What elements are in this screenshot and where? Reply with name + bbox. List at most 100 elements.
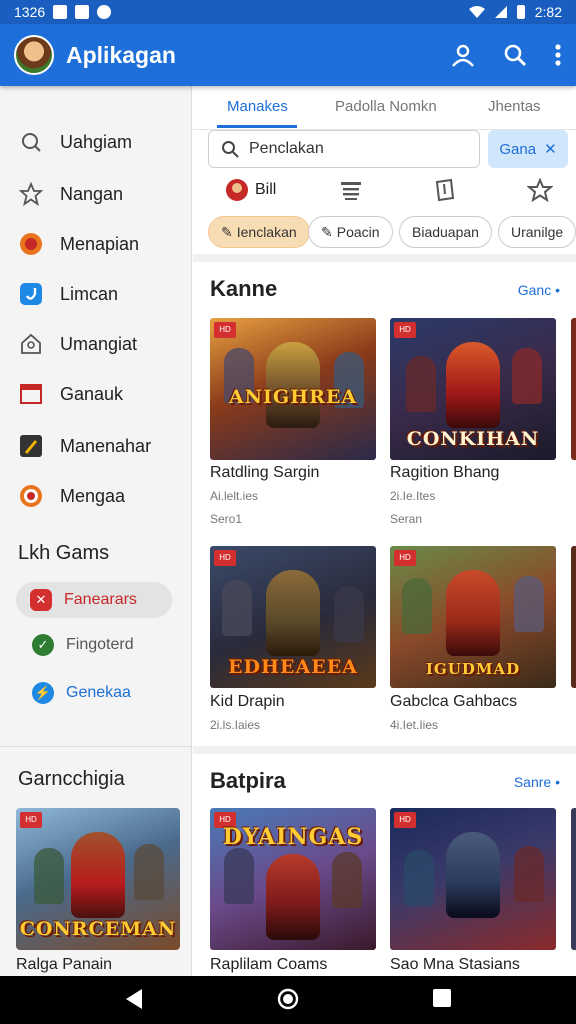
sidebar-item-limcan[interactable]: Limcan — [18, 278, 118, 310]
more-vert-icon[interactable] — [554, 43, 562, 67]
app-title: Aplikagan — [66, 41, 176, 68]
home-icon[interactable] — [277, 988, 299, 1010]
section-divider — [193, 746, 576, 754]
see-all-link[interactable]: Sanre • — [514, 774, 560, 790]
sidebar-item-manenahar[interactable]: Manenahar — [18, 430, 151, 462]
tab-bar: Manakes Padolla Nomkn Jhentas — [193, 86, 576, 130]
account-icon[interactable] — [450, 42, 476, 68]
filter-icon: ✎ — [221, 223, 233, 240]
sidebar: Uahgiam Nangan Menapian Limcan Umangiat … — [0, 86, 192, 976]
sidebar-item-menapian[interactable]: Menapian — [18, 228, 139, 260]
filter-chip-poacin[interactable]: ✎ Poacin — [308, 216, 393, 248]
blue-messenger-icon: ⚡ — [32, 682, 54, 704]
sidebar-sub-label: Genekaa — [66, 684, 131, 701]
search-placeholder: Penclakan — [249, 140, 324, 157]
quick-item-list[interactable] — [339, 178, 363, 202]
game-card-meta: 2i.ls.Iaies — [210, 718, 261, 732]
app-bar: Aplikagan — [0, 24, 576, 86]
pencil-box-icon — [18, 433, 44, 459]
sidebar-card-title[interactable]: Ralga Panain — [16, 956, 112, 974]
signal-icon — [494, 6, 507, 18]
game-badge-icon: HD — [214, 322, 236, 338]
sidebar-sub-item-fingoterd[interactable]: ✓ Fingoterd — [18, 627, 134, 663]
list-icon — [341, 182, 361, 200]
game-card-image-partial[interactable] — [571, 546, 576, 688]
main-content: Manakes Padolla Nomkn Jhentas Penclakan … — [193, 86, 576, 976]
battery-icon — [516, 5, 525, 19]
tab-manakes[interactable]: Manakes — [227, 98, 288, 115]
avatar[interactable] — [14, 35, 54, 75]
sidebar-item-label: Nangan — [60, 183, 124, 204]
sidebar-item-umangiat[interactable]: Umangiat — [18, 328, 137, 360]
status-bar: 1326 2:82 — [0, 0, 576, 24]
game-card-title[interactable]: Ratdling Sargin — [210, 464, 319, 482]
sidebar-item-ganauk[interactable]: Ganauk — [18, 378, 123, 410]
game-card-title[interactable]: Gabclca Gahbacs — [390, 693, 517, 711]
star-share-icon — [527, 178, 553, 202]
game-card-title[interactable]: Raplilam Coams — [210, 956, 327, 974]
game-card-meta: 2i.Ie.Ites — [390, 489, 436, 503]
filter-icon: ✎ — [321, 223, 333, 240]
game-badge-icon: HD — [394, 550, 416, 566]
game-title-art: IGUDMAD — [425, 660, 521, 678]
sidebar-sub-item-genekaa[interactable]: ⚡ Genekaa — [18, 675, 131, 711]
game-card-image-partial[interactable] — [571, 808, 576, 950]
sidebar-item-label: Manenahar — [60, 435, 152, 456]
game-card-image-partial[interactable] — [571, 318, 576, 460]
back-icon[interactable] — [124, 988, 144, 1010]
recents-icon[interactable] — [432, 988, 452, 1008]
home-outline-icon — [18, 331, 44, 357]
quick-item-book[interactable] — [433, 178, 457, 202]
sidebar-game-card-image[interactable]: HD CONRCEMAN — [16, 808, 180, 950]
filter-chip-label: Poacin — [336, 224, 380, 240]
filter-chip-ienclakan[interactable]: ✎ Ienclakan — [208, 216, 310, 248]
filter-chip-label: Ienclakan — [236, 224, 297, 240]
see-all-link[interactable]: Ganc • — [518, 282, 560, 298]
section-title-batpira: Batpira — [210, 768, 286, 793]
game-badge-icon: HD — [214, 550, 236, 566]
search-icon[interactable] — [502, 42, 528, 68]
game-card-image[interactable]: HD CONKIHAN — [390, 318, 556, 460]
sidebar-section-title: Garncchigia — [18, 768, 125, 790]
sidebar-item-label: Menapian — [60, 233, 140, 254]
filter-chip-label: Biaduapan — [412, 224, 479, 240]
game-card-meta-secondary: Sero1 — [210, 512, 243, 526]
game-card-title[interactable]: Sao Mna Stasians — [390, 956, 520, 974]
tab-padolla-nomkn[interactable]: Padolla Nomkn — [335, 98, 437, 115]
sidebar-sub-item-fanearars[interactable]: ✕ Fanearars — [16, 582, 172, 618]
game-title-art: ANIGHREA — [228, 386, 358, 408]
game-card-image[interactable]: HD IGUDMAD — [390, 546, 556, 688]
close-icon[interactable]: ✕ — [544, 140, 557, 158]
status-time: 1326 — [14, 4, 46, 20]
sidebar-item-nangan[interactable]: Nangan — [18, 178, 123, 210]
tab-jhentas[interactable]: Jhentas — [488, 98, 541, 115]
tab-indicator — [217, 125, 297, 128]
search-submit-button[interactable]: Gana ✕ — [488, 130, 568, 168]
game-card-image[interactable]: HD ANIGHREA — [210, 318, 376, 460]
game-card-image[interactable]: HD EDHEAEEA — [210, 546, 376, 688]
search-icon — [18, 129, 44, 155]
quick-item-bill[interactable]: Bill — [225, 178, 276, 202]
game-card-title[interactable]: Kid Drapin — [210, 693, 285, 711]
game-card-title[interactable]: Ragition Bhang — [390, 464, 499, 482]
red-window-icon — [18, 381, 44, 407]
search-icon — [222, 141, 239, 158]
orange-target-icon — [18, 483, 44, 509]
green-check-icon: ✓ — [32, 634, 54, 656]
games-heading: Lkh Gams — [18, 542, 110, 564]
filter-chip-biaduapan[interactable]: Biaduapan — [399, 216, 492, 248]
sidebar-item-mengaa[interactable]: Mengaa — [18, 480, 125, 512]
download-icon — [75, 5, 90, 19]
quick-item-star[interactable] — [527, 178, 553, 202]
sidebar-divider — [0, 746, 192, 747]
game-badge-icon: HD — [394, 322, 416, 338]
avatar-icon — [226, 179, 248, 201]
search-input[interactable]: Penclakan — [208, 130, 480, 168]
sidebar-sub-label: Fanearars — [64, 591, 137, 608]
quick-icon-row: Bill — [193, 178, 576, 208]
sidebar-item-uahgiam[interactable]: Uahgiam — [18, 126, 132, 158]
game-card-image[interactable]: HD — [390, 808, 556, 950]
filter-chip-uranilge[interactable]: Uranilge — [498, 216, 576, 248]
game-card-image[interactable]: HD DYAINGAS — [210, 808, 376, 950]
star-outline-icon — [18, 181, 44, 207]
